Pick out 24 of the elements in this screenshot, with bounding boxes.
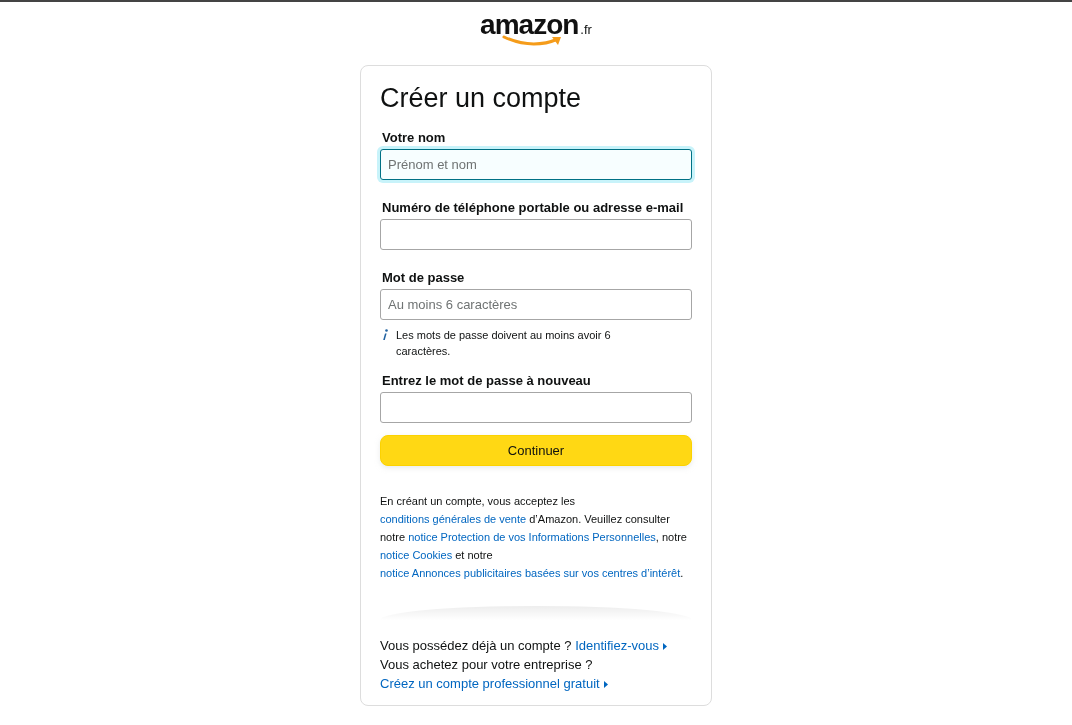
footer-link[interactable]: Créez un compte professionnel gratuit <box>380 676 600 691</box>
input-field[interactable] <box>380 392 692 423</box>
field-label: Mot de passe <box>381 270 466 285</box>
field-label: Numéro de téléphone portable ou adresse e-mail <box>381 200 685 215</box>
footer-link[interactable]: Identifiez-vous <box>575 638 659 653</box>
input-field[interactable]: Au moins 6 caractères <box>380 289 692 320</box>
logo-wordmark[interactable]: amazon <box>480 12 579 38</box>
input-field[interactable]: Prénom et nom <box>380 149 692 180</box>
policy-link[interactable]: notice Cookies <box>380 549 453 561</box>
footer-text: Vous achetez pour votre entreprise ? Créez un compte professionnel gratuit <box>380 655 692 693</box>
hint-text: Les mots de passe doivent au moins avoir 6 caractères. <box>396 328 612 359</box>
caret-icon <box>662 643 667 650</box>
field-label: Votre nom <box>381 130 447 145</box>
field-label: Entrez le mot de passe à nouveau <box>381 373 592 388</box>
logo-domain: .fr <box>580 22 592 37</box>
policy-link[interactable]: notice Protection de vos Informations Personnelles <box>408 531 656 543</box>
policy-link[interactable]: conditions générales de vente <box>380 513 527 525</box>
form-title: Créer un compte <box>380 82 583 115</box>
input-field[interactable] <box>380 219 692 250</box>
footer-text: Vous possédez déjà un compte ? Identifiez-vous <box>380 636 692 655</box>
continue-button[interactable]: Continuer <box>380 435 692 466</box>
legal-notice: En créant un compte, vous acceptez les conditions générales de vente d’Amazon. Veuillez consulter notre notice Protection de vos Informations Personnelles, notre notice Cookies et notre notice Annonces publicitaires basées sur vos centres d’intérêt. <box>380 494 688 581</box>
caret-icon <box>603 681 608 688</box>
info-icon <box>382 329 388 341</box>
